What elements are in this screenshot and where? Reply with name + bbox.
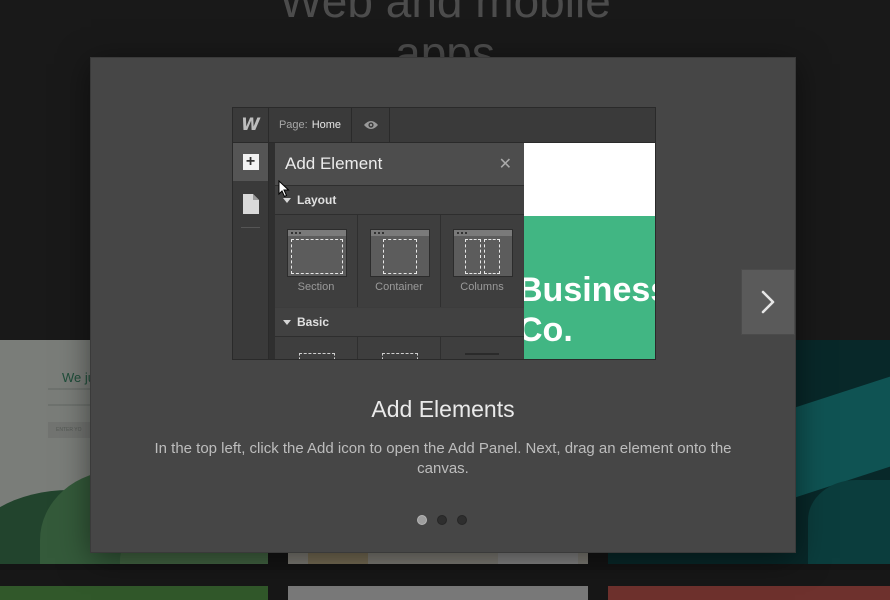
section-element-icon [287, 229, 347, 277]
section-label: Basic [297, 315, 330, 329]
modal-description: In the top left, click the Add icon to o… [154, 440, 732, 477]
designer-left-toolbar: + [233, 143, 269, 359]
basic-elements-grid [275, 337, 524, 359]
panel-title: Add Element [285, 154, 383, 173]
designer-topbar: W Page: Home [233, 108, 655, 143]
caret-down-icon [283, 320, 291, 326]
tile-label: Section [297, 281, 335, 293]
webflow-logo-icon: W [233, 108, 269, 142]
close-icon: ✕ [498, 156, 512, 173]
chevron-right-icon [761, 290, 775, 314]
modal-title: Add Elements [371, 396, 515, 422]
pages-icon [233, 191, 268, 217]
layout-elements-grid: Section Container Columns [275, 215, 524, 307]
section-label: Layout [297, 193, 337, 207]
logo-text: W [241, 115, 260, 135]
add-element-panel: Add Element ✕ Layout Section Container C… [275, 143, 524, 359]
designer-canvas: Business Co. [524, 143, 655, 359]
toolbar-divider [241, 227, 260, 228]
preview-eye-icon [352, 108, 390, 142]
columns-element-icon [453, 229, 513, 277]
element-tile [441, 337, 523, 359]
pagination-dot-2[interactable] [437, 515, 447, 525]
tile-label: Columns [460, 281, 504, 293]
tutorial-screenshot: W Page: Home + Add Element ✕ Layout Sect… [232, 107, 656, 360]
tile-label: Container [375, 281, 423, 293]
element-tile [275, 337, 358, 359]
mouse-cursor-icon [278, 179, 290, 203]
section-header-layout: Layout [275, 186, 524, 215]
canvas-headline-text: Business Co. [524, 271, 655, 349]
element-tile-section: Section [275, 215, 358, 307]
section-header-basic: Basic [275, 308, 524, 337]
page-label: Page: [278, 119, 308, 131]
onboarding-modal: W Page: Home + Add Element ✕ Layout Sect… [91, 58, 795, 552]
panel-header: Add Element ✕ [275, 143, 524, 186]
canvas-headline: Business Co. [524, 270, 655, 350]
page-selector: Page: Home [269, 108, 352, 142]
pagination-dot-3[interactable] [457, 515, 467, 525]
container-element-icon [370, 229, 430, 277]
pagination-dot-1[interactable] [417, 515, 427, 525]
page-value: Home [311, 119, 342, 131]
element-tile [358, 337, 441, 359]
element-tile-container: Container [358, 215, 441, 307]
add-element-icon: + [233, 143, 268, 181]
pagination-dots [417, 515, 469, 527]
element-tile-columns: Columns [441, 215, 523, 307]
next-slide-button[interactable] [741, 269, 795, 335]
